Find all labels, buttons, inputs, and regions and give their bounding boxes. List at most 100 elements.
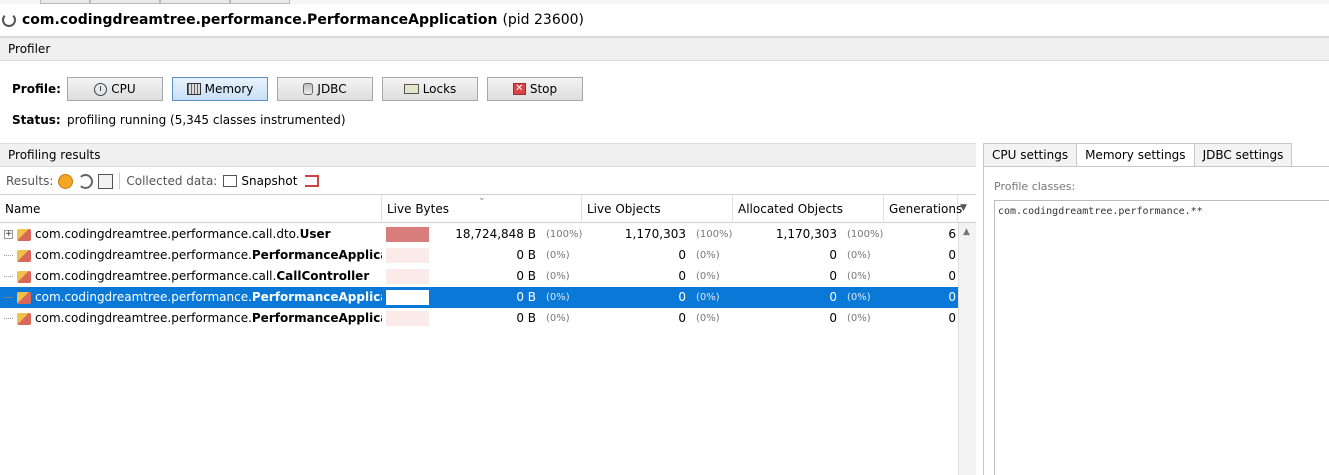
live-bytes-cell: 18,724,848 B (100%) bbox=[382, 224, 582, 245]
allocated-objects-percent: (0%) bbox=[847, 271, 871, 282]
live-bytes-bar-track bbox=[386, 248, 429, 263]
vertical-scrollbar[interactable]: ▲ bbox=[958, 223, 976, 475]
pause-icon[interactable] bbox=[58, 173, 74, 189]
live-objects-value: 1,170,303 bbox=[624, 227, 686, 241]
profiler-title-bar: com.codingdreamtree.performance.Performa… bbox=[0, 4, 1329, 37]
jdbc-button-label: JDBC bbox=[317, 82, 347, 96]
stop-button[interactable]: ✕ Stop bbox=[487, 77, 583, 101]
generations-value: 0 bbox=[948, 311, 956, 325]
live-bytes-value: 0 B bbox=[516, 248, 536, 262]
profile-classes-field[interactable]: com.codingdreamtree.performance.** bbox=[994, 200, 1329, 475]
live-bytes-cell: 0 B (0%) bbox=[382, 308, 582, 329]
cpu-button-label: CPU bbox=[111, 82, 136, 96]
allocated-objects-percent: (0%) bbox=[847, 313, 871, 324]
column-chooser-icon[interactable]: ▼ bbox=[960, 203, 967, 213]
clock-icon bbox=[94, 82, 108, 96]
class-name-cell: com.codingdreamtree.performance.Performa… bbox=[0, 308, 382, 329]
live-objects-value: 0 bbox=[678, 248, 686, 262]
class-simple-name: PerformanceApplication bbox=[251, 290, 382, 304]
class-name-cell: + com.codingdreamtree.performance.call.dt… bbox=[0, 224, 382, 245]
status-text: profiling running (5,345 classes instrum… bbox=[67, 113, 346, 127]
allocated-objects-value: 0 bbox=[829, 269, 837, 283]
table-row[interactable]: com.codingdreamtree.performance.call.Cal… bbox=[0, 266, 958, 287]
database-icon bbox=[303, 83, 314, 95]
tab-cpu-settings[interactable]: CPU settings bbox=[983, 143, 1078, 167]
generations-cell: 6 bbox=[884, 224, 958, 245]
allocated-objects-cell: 0 (0%) bbox=[733, 287, 884, 308]
jdbc-button[interactable]: JDBC bbox=[277, 77, 373, 101]
table-header: Name Live Bytes Live Objects Allocated O… bbox=[0, 193, 976, 223]
delta-icon[interactable] bbox=[98, 173, 114, 189]
snapshot-button[interactable]: Snapshot bbox=[223, 174, 297, 188]
class-icon bbox=[17, 270, 31, 283]
snapshot-icon bbox=[223, 175, 238, 187]
live-bytes-bar-track bbox=[386, 311, 429, 326]
toolbar-divider bbox=[119, 173, 121, 189]
results-table: Name Live Bytes Live Objects Allocated O… bbox=[0, 193, 976, 475]
collected-data-label: Collected data: bbox=[126, 174, 218, 188]
live-bytes-bar-track bbox=[386, 269, 429, 284]
cpu-button[interactable]: CPU bbox=[67, 77, 163, 101]
allocated-objects-cell: 0 (0%) bbox=[733, 245, 884, 266]
status-label: Status: bbox=[12, 113, 61, 127]
allocated-objects-cell: 1,170,303 (100%) bbox=[733, 224, 884, 245]
column-header-name[interactable]: Name bbox=[0, 195, 382, 223]
table-row[interactable]: com.codingdreamtree.performance.Performa… bbox=[0, 287, 958, 308]
column-header-allocated-objects[interactable]: Allocated Objects bbox=[733, 195, 884, 223]
live-bytes-value: 0 B bbox=[516, 311, 536, 325]
tab-memory-settings[interactable]: Memory settings bbox=[1076, 143, 1195, 167]
generations-cell: 0 bbox=[884, 287, 958, 308]
table-row[interactable]: + com.codingdreamtree.performance.call.dt… bbox=[0, 224, 958, 245]
table-row[interactable]: com.codingdreamtree.performance.Performa… bbox=[0, 245, 958, 266]
results-toolbar: Results: Collected data: Snapshot bbox=[0, 170, 976, 192]
application-title: com.codingdreamtree.performance.Performa… bbox=[22, 12, 498, 28]
generations-cell: 0 bbox=[884, 266, 958, 287]
settings-tabs: CPU settings Memory settings JDBC settin… bbox=[983, 143, 1293, 167]
profile-row: Profile: bbox=[12, 77, 67, 101]
live-bytes-percent: (0%) bbox=[546, 250, 570, 261]
live-objects-percent: (0%) bbox=[696, 250, 720, 261]
live-bytes-value: 0 B bbox=[516, 290, 536, 304]
live-objects-percent: (0%) bbox=[696, 292, 720, 303]
sort-descending-icon: ⌄ bbox=[478, 193, 486, 203]
live-objects-cell: 1,170,303 (100%) bbox=[582, 224, 733, 245]
allocated-objects-value: 1,170,303 bbox=[775, 227, 837, 241]
column-header-live-objects[interactable]: Live Objects bbox=[582, 195, 733, 223]
live-objects-value: 0 bbox=[678, 290, 686, 304]
tree-connector bbox=[4, 297, 13, 298]
live-objects-cell: 0 (0%) bbox=[582, 308, 733, 329]
stop-icon: ✕ bbox=[512, 83, 526, 95]
class-icon bbox=[17, 291, 31, 304]
class-package: com.codingdreamtree.performance.call.dto… bbox=[35, 227, 300, 241]
class-simple-name: PerformanceApplication$$ bbox=[251, 248, 382, 262]
live-bytes-cell: 0 B (0%) bbox=[382, 245, 582, 266]
live-bytes-value: 18,724,848 B bbox=[455, 227, 536, 241]
locks-button[interactable]: Locks bbox=[382, 77, 478, 101]
results-section-title: Profiling results bbox=[8, 148, 101, 162]
class-name-cell: com.codingdreamtree.performance.Performa… bbox=[0, 287, 382, 308]
results-section-header: Profiling results bbox=[0, 143, 976, 167]
scroll-up-icon[interactable]: ▲ bbox=[963, 227, 970, 237]
class-package: com.codingdreamtree.performance. bbox=[35, 290, 252, 304]
table-row[interactable]: com.codingdreamtree.performance.Performa… bbox=[0, 308, 958, 329]
snapshot-label: Snapshot bbox=[241, 174, 298, 188]
tree-connector bbox=[4, 255, 13, 256]
profiler-section-title: Profiler bbox=[8, 42, 51, 56]
generations-value: 0 bbox=[948, 290, 956, 304]
memory-button-label: Memory bbox=[204, 82, 254, 96]
tab-jdbc-settings[interactable]: JDBC settings bbox=[1193, 143, 1293, 167]
export-icon[interactable] bbox=[305, 175, 320, 187]
allocated-objects-percent: (100%) bbox=[847, 229, 884, 240]
memory-settings-panel: Profile classes: com.codingdreamtree.per… bbox=[983, 166, 1329, 475]
live-objects-percent: (0%) bbox=[696, 271, 720, 282]
stop-button-label: Stop bbox=[529, 82, 558, 96]
generations-value: 0 bbox=[948, 248, 956, 262]
live-bytes-bar bbox=[386, 227, 429, 242]
profiler-section-header: Profiler bbox=[0, 37, 1329, 61]
refresh-icon[interactable] bbox=[78, 173, 94, 189]
column-header-generations[interactable]: Generations bbox=[884, 195, 962, 223]
memory-button[interactable]: Memory bbox=[172, 77, 268, 101]
class-package: com.codingdreamtree.performance. bbox=[35, 248, 252, 262]
expand-icon[interactable]: + bbox=[4, 230, 13, 239]
running-spinner-icon bbox=[2, 13, 16, 27]
